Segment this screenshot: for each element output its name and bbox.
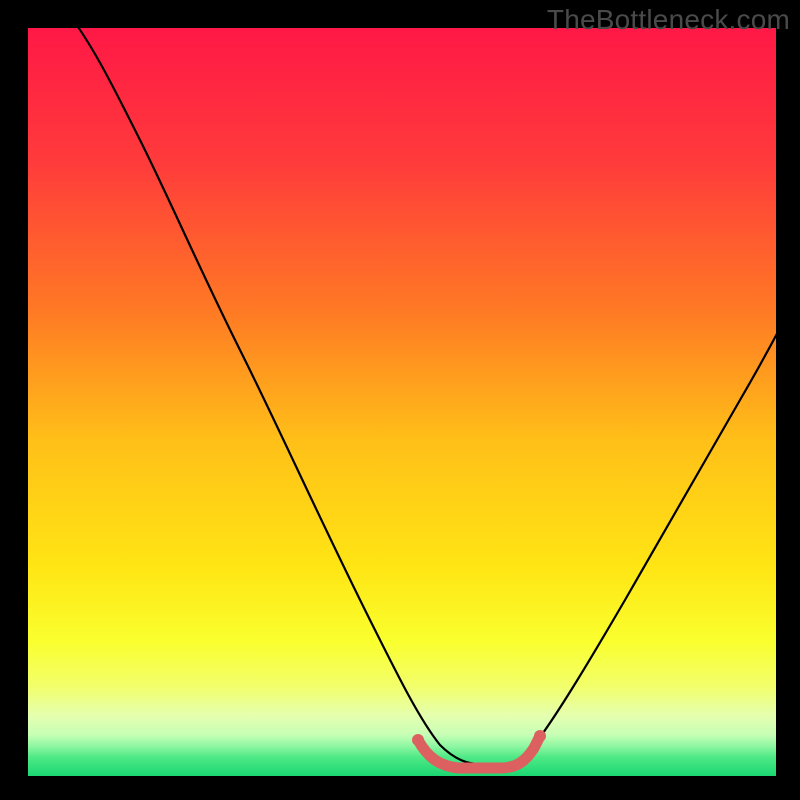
chart-curve-layer: [0, 0, 800, 800]
optimal-start-dot: [412, 734, 424, 746]
optimal-end-dot: [534, 730, 546, 742]
watermark-text: TheBottleneck.com: [547, 4, 790, 36]
bottleneck-curve: [60, 2, 797, 764]
